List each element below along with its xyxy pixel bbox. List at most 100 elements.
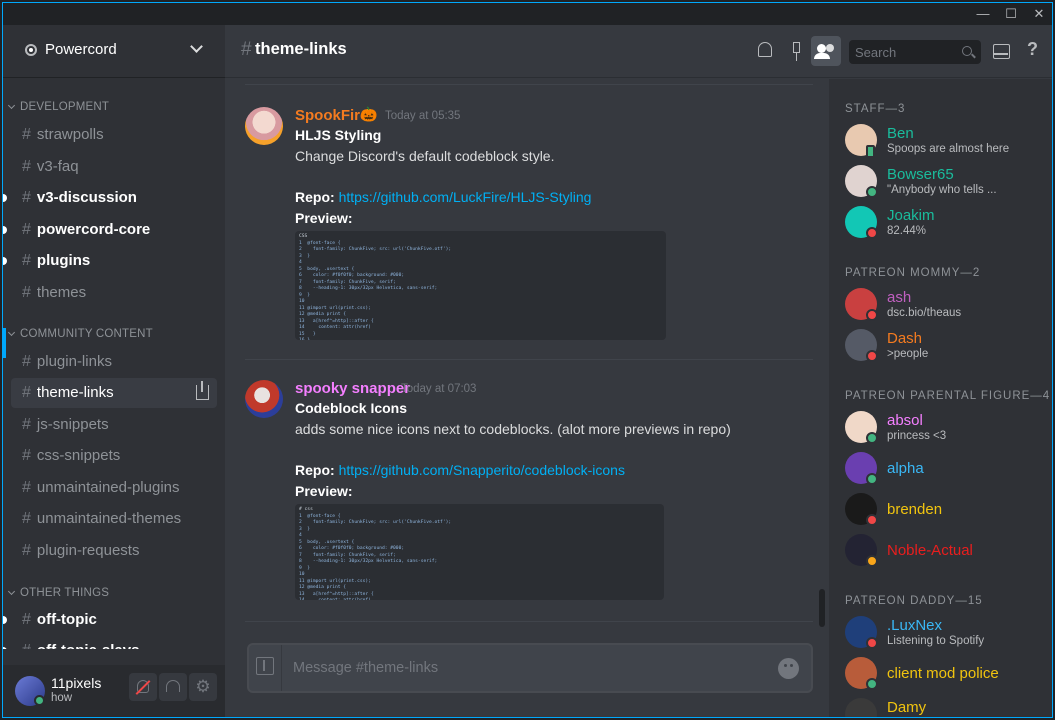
help-icon[interactable]: ? bbox=[1027, 39, 1038, 60]
category-other-things[interactable]: OTHER THINGS bbox=[7, 587, 109, 599]
channel-theme-links[interactable]: # theme-links bbox=[11, 378, 217, 408]
upload-icon bbox=[256, 657, 274, 675]
channel-plugin-requests[interactable]: # plugin-requests bbox=[11, 536, 217, 566]
message-composer[interactable]: Message #theme-links bbox=[247, 643, 813, 693]
member-name: Bowser65 bbox=[887, 166, 954, 183]
channel-off-topic[interactable]: # off-topic bbox=[3, 605, 217, 635]
member-activity: Listening to Spotify bbox=[887, 635, 984, 647]
close-button[interactable]: ✕ bbox=[1025, 3, 1052, 25]
repo-link[interactable]: https://github.com/LuckFire/HLJS-Styling bbox=[339, 189, 592, 205]
invite-icon[interactable] bbox=[196, 381, 209, 400]
online-status-icon bbox=[866, 678, 878, 690]
channel-strawpolls[interactable]: # strawpolls bbox=[11, 120, 217, 150]
inbox-icon[interactable] bbox=[993, 44, 1010, 59]
online-status-icon bbox=[866, 432, 878, 444]
code-line: 14 content: attr(href) bbox=[299, 598, 660, 600]
member-item[interactable]: alpha bbox=[845, 452, 1045, 492]
search-placeholder: Search bbox=[855, 45, 897, 60]
member-name: absol bbox=[887, 412, 923, 429]
hash-icon: # bbox=[22, 353, 31, 370]
minimize-button[interactable]: — bbox=[969, 3, 997, 25]
code-preview-image[interactable]: CSS 1 @font-face {2 font-family: ChunkFiv… bbox=[295, 231, 666, 340]
message-author[interactable]: spooky snapper bbox=[295, 380, 410, 397]
member-activity-text: Listening to Spotify bbox=[887, 635, 985, 647]
hash-icon: # bbox=[22, 189, 31, 206]
mute-button[interactable] bbox=[129, 673, 157, 701]
chevron-down-icon[interactable] bbox=[190, 40, 203, 53]
message: SpookFire 🎃 Today at 05:35 HLJS Styling … bbox=[225, 106, 815, 347]
member-name: client mod police bbox=[887, 665, 999, 682]
member-item[interactable]: ash dsc.bio/theaus bbox=[845, 288, 1045, 328]
member-item[interactable]: Dash >people bbox=[845, 329, 1045, 369]
member-item[interactable]: client mod police bbox=[845, 657, 1045, 697]
category-label: OTHER THINGS bbox=[20, 587, 110, 599]
server-header[interactable]: Powercord bbox=[3, 25, 225, 78]
channel-header: # theme-links Search ? bbox=[225, 25, 1052, 78]
member-item[interactable]: Joakim 82.44% bbox=[845, 206, 1045, 246]
channel-plugin-links[interactable]: # plugin-links bbox=[11, 347, 217, 377]
channel-unmaintained-plugins[interactable]: # unmaintained-plugins bbox=[11, 473, 217, 503]
hash-icon: # bbox=[22, 126, 31, 143]
repo-line: Repo: https://github.com/LuckFire/HLJS-S… bbox=[295, 189, 591, 205]
member-activity-text: Playing soul bbox=[887, 717, 949, 718]
message-title: HLJS Styling bbox=[295, 127, 382, 143]
channel-off-topic-slavs[interactable]: # off-topic-slavs bbox=[3, 636, 217, 649]
member-item[interactable]: .LuxNex Listening to Spotify bbox=[845, 616, 1045, 656]
channel-themes[interactable]: # themes bbox=[11, 278, 217, 308]
hash-icon: # bbox=[22, 447, 31, 464]
deafen-button[interactable] bbox=[159, 673, 187, 701]
channel-list: DEVELOPMENT # strawpolls # v3-faq # v3-disc… bbox=[3, 79, 225, 649]
member-item[interactable]: brenden bbox=[845, 493, 1045, 533]
channel-powercord-core[interactable]: # powercord-core bbox=[3, 215, 217, 245]
pumpkin-icon: 🎃 bbox=[360, 106, 378, 122]
message-author[interactable]: SpookFire bbox=[295, 107, 368, 124]
message-divider bbox=[245, 84, 813, 85]
custom-status: how bbox=[51, 692, 73, 704]
category-community-content[interactable]: COMMUNITY CONTENT bbox=[7, 328, 153, 340]
member-item[interactable]: absol princess <3 bbox=[845, 411, 1045, 451]
channel-v3-discussion[interactable]: # v3-discussion bbox=[3, 183, 217, 213]
message-body: Change Discord's default codeblock style… bbox=[295, 148, 555, 164]
hash-icon: # bbox=[22, 221, 31, 238]
message-timestamp: Today at 05:35 bbox=[385, 110, 461, 122]
category-development[interactable]: DEVELOPMENT bbox=[7, 101, 109, 113]
channel-js-snippets[interactable]: # js-snippets bbox=[11, 410, 217, 440]
member-item[interactable]: Bowser65 "Anybody who tells ... bbox=[845, 165, 1045, 205]
avatar[interactable] bbox=[245, 380, 283, 418]
scrollbar[interactable] bbox=[819, 589, 825, 627]
user-panel: 11pixels how ⚙ bbox=[3, 665, 225, 717]
unread-indicator bbox=[3, 194, 7, 202]
member-activity: >people bbox=[887, 348, 928, 360]
member-item[interactable]: Ben Spoops are almost here bbox=[845, 124, 1045, 164]
search-input[interactable]: Search bbox=[849, 40, 981, 64]
notification-bell-button[interactable] bbox=[755, 42, 775, 62]
member-group-header: PATREON MOMMY—2 bbox=[845, 267, 981, 279]
maximize-button[interactable]: ☐ bbox=[997, 3, 1025, 25]
member-activity: Playing soul bbox=[887, 717, 949, 718]
hash-icon: # bbox=[241, 39, 252, 60]
settings-button[interactable]: ⚙ bbox=[189, 673, 217, 701]
code-preview-image[interactable]: # css 1 @font-face {2 font-family: ChunkF… bbox=[295, 504, 664, 600]
channel-unmaintained-themes[interactable]: # unmaintained-themes bbox=[11, 504, 217, 534]
member-item[interactable]: Noble-Actual bbox=[845, 534, 1045, 574]
message-input[interactable]: Message #theme-links bbox=[293, 660, 438, 676]
avatar[interactable] bbox=[245, 107, 283, 145]
dnd-status-icon bbox=[866, 227, 878, 239]
member-name: Joakim bbox=[887, 207, 935, 224]
channel-css-snippets[interactable]: # css-snippets bbox=[11, 441, 217, 471]
member-list-toggle[interactable] bbox=[811, 36, 841, 66]
emoji-icon[interactable] bbox=[778, 658, 799, 679]
message-divider bbox=[245, 359, 813, 360]
online-status-icon bbox=[866, 473, 878, 485]
pinned-messages-button[interactable] bbox=[786, 42, 806, 62]
discord-window: — ☐ ✕ Powercord DEVELOPMENT # strawpolls … bbox=[2, 2, 1053, 718]
member-item[interactable]: DamyPlaying soul bbox=[845, 698, 1045, 718]
channel-v3-faq[interactable]: # v3-faq bbox=[11, 152, 217, 182]
channel-title: theme-links bbox=[255, 40, 347, 58]
repo-link[interactable]: https://github.com/Snapperito/codeblock-… bbox=[339, 462, 625, 478]
idle-status-icon bbox=[866, 555, 878, 567]
repo-label: Repo: bbox=[295, 462, 335, 478]
upload-button[interactable] bbox=[249, 645, 282, 691]
channel-plugins[interactable]: # plugins bbox=[3, 246, 217, 276]
member-activity-text: Spoops are almost here bbox=[887, 143, 1010, 155]
